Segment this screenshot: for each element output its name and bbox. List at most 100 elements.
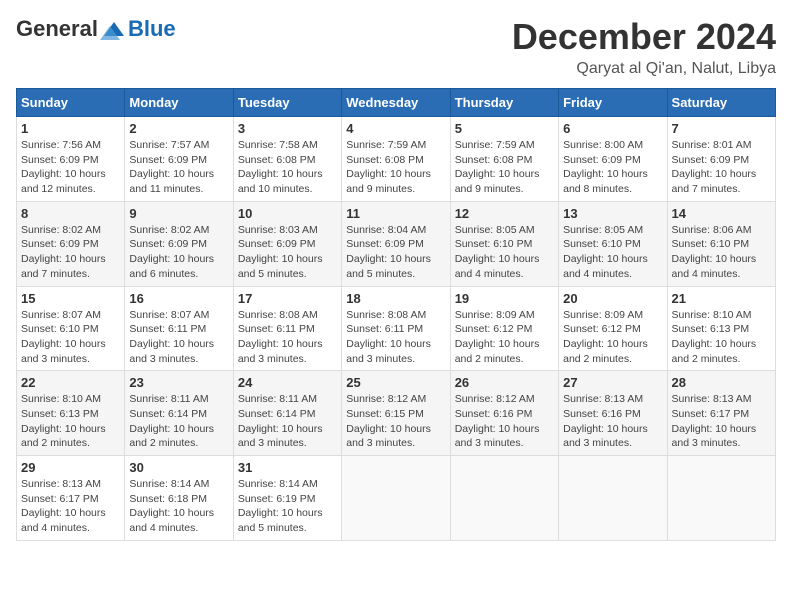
day-detail: Sunrise: 8:09 AM Sunset: 6:12 PM Dayligh… [563,308,662,367]
day-number: 3 [238,121,337,136]
day-number: 28 [672,375,771,390]
day-number: 2 [129,121,228,136]
calendar-cell: 1 Sunrise: 7:56 AM Sunset: 6:09 PM Dayli… [17,117,125,202]
calendar-cell: 27 Sunrise: 8:13 AM Sunset: 6:16 PM Dayl… [559,371,667,456]
calendar-header-monday: Monday [125,89,233,117]
calendar-cell: 2 Sunrise: 7:57 AM Sunset: 6:09 PM Dayli… [125,117,233,202]
calendar-cell [667,456,775,541]
day-detail: Sunrise: 8:01 AM Sunset: 6:09 PM Dayligh… [672,138,771,197]
logo-icon [100,18,128,40]
calendar-cell: 30 Sunrise: 8:14 AM Sunset: 6:18 PM Dayl… [125,456,233,541]
day-detail: Sunrise: 8:06 AM Sunset: 6:10 PM Dayligh… [672,223,771,282]
day-detail: Sunrise: 8:07 AM Sunset: 6:10 PM Dayligh… [21,308,120,367]
calendar-cell: 29 Sunrise: 8:13 AM Sunset: 6:17 PM Dayl… [17,456,125,541]
day-number: 30 [129,460,228,475]
day-detail: Sunrise: 8:12 AM Sunset: 6:15 PM Dayligh… [346,392,445,451]
day-number: 17 [238,291,337,306]
day-detail: Sunrise: 8:07 AM Sunset: 6:11 PM Dayligh… [129,308,228,367]
day-number: 7 [672,121,771,136]
calendar-cell: 9 Sunrise: 8:02 AM Sunset: 6:09 PM Dayli… [125,201,233,286]
calendar-cell: 17 Sunrise: 8:08 AM Sunset: 6:11 PM Dayl… [233,286,341,371]
day-number: 12 [455,206,554,221]
calendar-table: SundayMondayTuesdayWednesdayThursdayFrid… [16,88,776,541]
title-area: December 2024 Qaryat al Qi'an, Nalut, Li… [512,16,776,78]
day-number: 1 [21,121,120,136]
day-detail: Sunrise: 8:10 AM Sunset: 6:13 PM Dayligh… [672,308,771,367]
day-number: 18 [346,291,445,306]
calendar-header-sunday: Sunday [17,89,125,117]
calendar-cell: 22 Sunrise: 8:10 AM Sunset: 6:13 PM Dayl… [17,371,125,456]
day-detail: Sunrise: 8:08 AM Sunset: 6:11 PM Dayligh… [346,308,445,367]
day-number: 31 [238,460,337,475]
calendar-cell: 14 Sunrise: 8:06 AM Sunset: 6:10 PM Dayl… [667,201,775,286]
calendar-cell: 16 Sunrise: 8:07 AM Sunset: 6:11 PM Dayl… [125,286,233,371]
calendar-cell: 31 Sunrise: 8:14 AM Sunset: 6:19 PM Dayl… [233,456,341,541]
day-detail: Sunrise: 8:02 AM Sunset: 6:09 PM Dayligh… [21,223,120,282]
calendar-header-friday: Friday [559,89,667,117]
day-number: 22 [21,375,120,390]
day-detail: Sunrise: 8:11 AM Sunset: 6:14 PM Dayligh… [238,392,337,451]
day-detail: Sunrise: 7:58 AM Sunset: 6:08 PM Dayligh… [238,138,337,197]
calendar-week-row: 15 Sunrise: 8:07 AM Sunset: 6:10 PM Dayl… [17,286,776,371]
calendar-cell: 19 Sunrise: 8:09 AM Sunset: 6:12 PM Dayl… [450,286,558,371]
calendar-header-row: SundayMondayTuesdayWednesdayThursdayFrid… [17,89,776,117]
calendar-cell: 28 Sunrise: 8:13 AM Sunset: 6:17 PM Dayl… [667,371,775,456]
calendar-cell: 12 Sunrise: 8:05 AM Sunset: 6:10 PM Dayl… [450,201,558,286]
day-detail: Sunrise: 8:14 AM Sunset: 6:19 PM Dayligh… [238,477,337,536]
calendar-cell: 20 Sunrise: 8:09 AM Sunset: 6:12 PM Dayl… [559,286,667,371]
day-detail: Sunrise: 8:13 AM Sunset: 6:17 PM Dayligh… [21,477,120,536]
calendar-cell: 6 Sunrise: 8:00 AM Sunset: 6:09 PM Dayli… [559,117,667,202]
calendar-cell: 13 Sunrise: 8:05 AM Sunset: 6:10 PM Dayl… [559,201,667,286]
day-detail: Sunrise: 7:57 AM Sunset: 6:09 PM Dayligh… [129,138,228,197]
day-number: 21 [672,291,771,306]
day-detail: Sunrise: 8:00 AM Sunset: 6:09 PM Dayligh… [563,138,662,197]
logo-blue: Blue [128,16,176,42]
day-detail: Sunrise: 8:11 AM Sunset: 6:14 PM Dayligh… [129,392,228,451]
day-number: 11 [346,206,445,221]
day-number: 20 [563,291,662,306]
day-detail: Sunrise: 8:03 AM Sunset: 6:09 PM Dayligh… [238,223,337,282]
day-detail: Sunrise: 8:08 AM Sunset: 6:11 PM Dayligh… [238,308,337,367]
calendar-cell: 25 Sunrise: 8:12 AM Sunset: 6:15 PM Dayl… [342,371,450,456]
calendar-cell: 23 Sunrise: 8:11 AM Sunset: 6:14 PM Dayl… [125,371,233,456]
logo: General Blue [16,16,176,42]
day-number: 15 [21,291,120,306]
calendar-cell: 8 Sunrise: 8:02 AM Sunset: 6:09 PM Dayli… [17,201,125,286]
calendar-header-thursday: Thursday [450,89,558,117]
day-number: 29 [21,460,120,475]
calendar-cell: 21 Sunrise: 8:10 AM Sunset: 6:13 PM Dayl… [667,286,775,371]
day-detail: Sunrise: 8:13 AM Sunset: 6:16 PM Dayligh… [563,392,662,451]
day-detail: Sunrise: 7:59 AM Sunset: 6:08 PM Dayligh… [346,138,445,197]
logo-general: General [16,16,98,42]
day-detail: Sunrise: 8:02 AM Sunset: 6:09 PM Dayligh… [129,223,228,282]
day-number: 14 [672,206,771,221]
day-number: 9 [129,206,228,221]
day-detail: Sunrise: 8:13 AM Sunset: 6:17 PM Dayligh… [672,392,771,451]
day-detail: Sunrise: 7:59 AM Sunset: 6:08 PM Dayligh… [455,138,554,197]
calendar-header-tuesday: Tuesday [233,89,341,117]
calendar-header-wednesday: Wednesday [342,89,450,117]
day-detail: Sunrise: 8:04 AM Sunset: 6:09 PM Dayligh… [346,223,445,282]
day-detail: Sunrise: 8:12 AM Sunset: 6:16 PM Dayligh… [455,392,554,451]
day-detail: Sunrise: 8:10 AM Sunset: 6:13 PM Dayligh… [21,392,120,451]
day-detail: Sunrise: 8:05 AM Sunset: 6:10 PM Dayligh… [563,223,662,282]
calendar-cell: 4 Sunrise: 7:59 AM Sunset: 6:08 PM Dayli… [342,117,450,202]
day-number: 16 [129,291,228,306]
calendar-cell: 26 Sunrise: 8:12 AM Sunset: 6:16 PM Dayl… [450,371,558,456]
day-number: 8 [21,206,120,221]
day-number: 4 [346,121,445,136]
calendar-cell: 24 Sunrise: 8:11 AM Sunset: 6:14 PM Dayl… [233,371,341,456]
day-detail: Sunrise: 7:56 AM Sunset: 6:09 PM Dayligh… [21,138,120,197]
month-title: December 2024 [512,16,776,58]
calendar-cell: 11 Sunrise: 8:04 AM Sunset: 6:09 PM Dayl… [342,201,450,286]
calendar-cell [450,456,558,541]
day-number: 24 [238,375,337,390]
calendar-cell [342,456,450,541]
day-detail: Sunrise: 8:05 AM Sunset: 6:10 PM Dayligh… [455,223,554,282]
day-number: 5 [455,121,554,136]
calendar-cell: 5 Sunrise: 7:59 AM Sunset: 6:08 PM Dayli… [450,117,558,202]
calendar-cell: 3 Sunrise: 7:58 AM Sunset: 6:08 PM Dayli… [233,117,341,202]
day-number: 26 [455,375,554,390]
calendar-cell [559,456,667,541]
location-subtitle: Qaryat al Qi'an, Nalut, Libya [512,60,776,78]
